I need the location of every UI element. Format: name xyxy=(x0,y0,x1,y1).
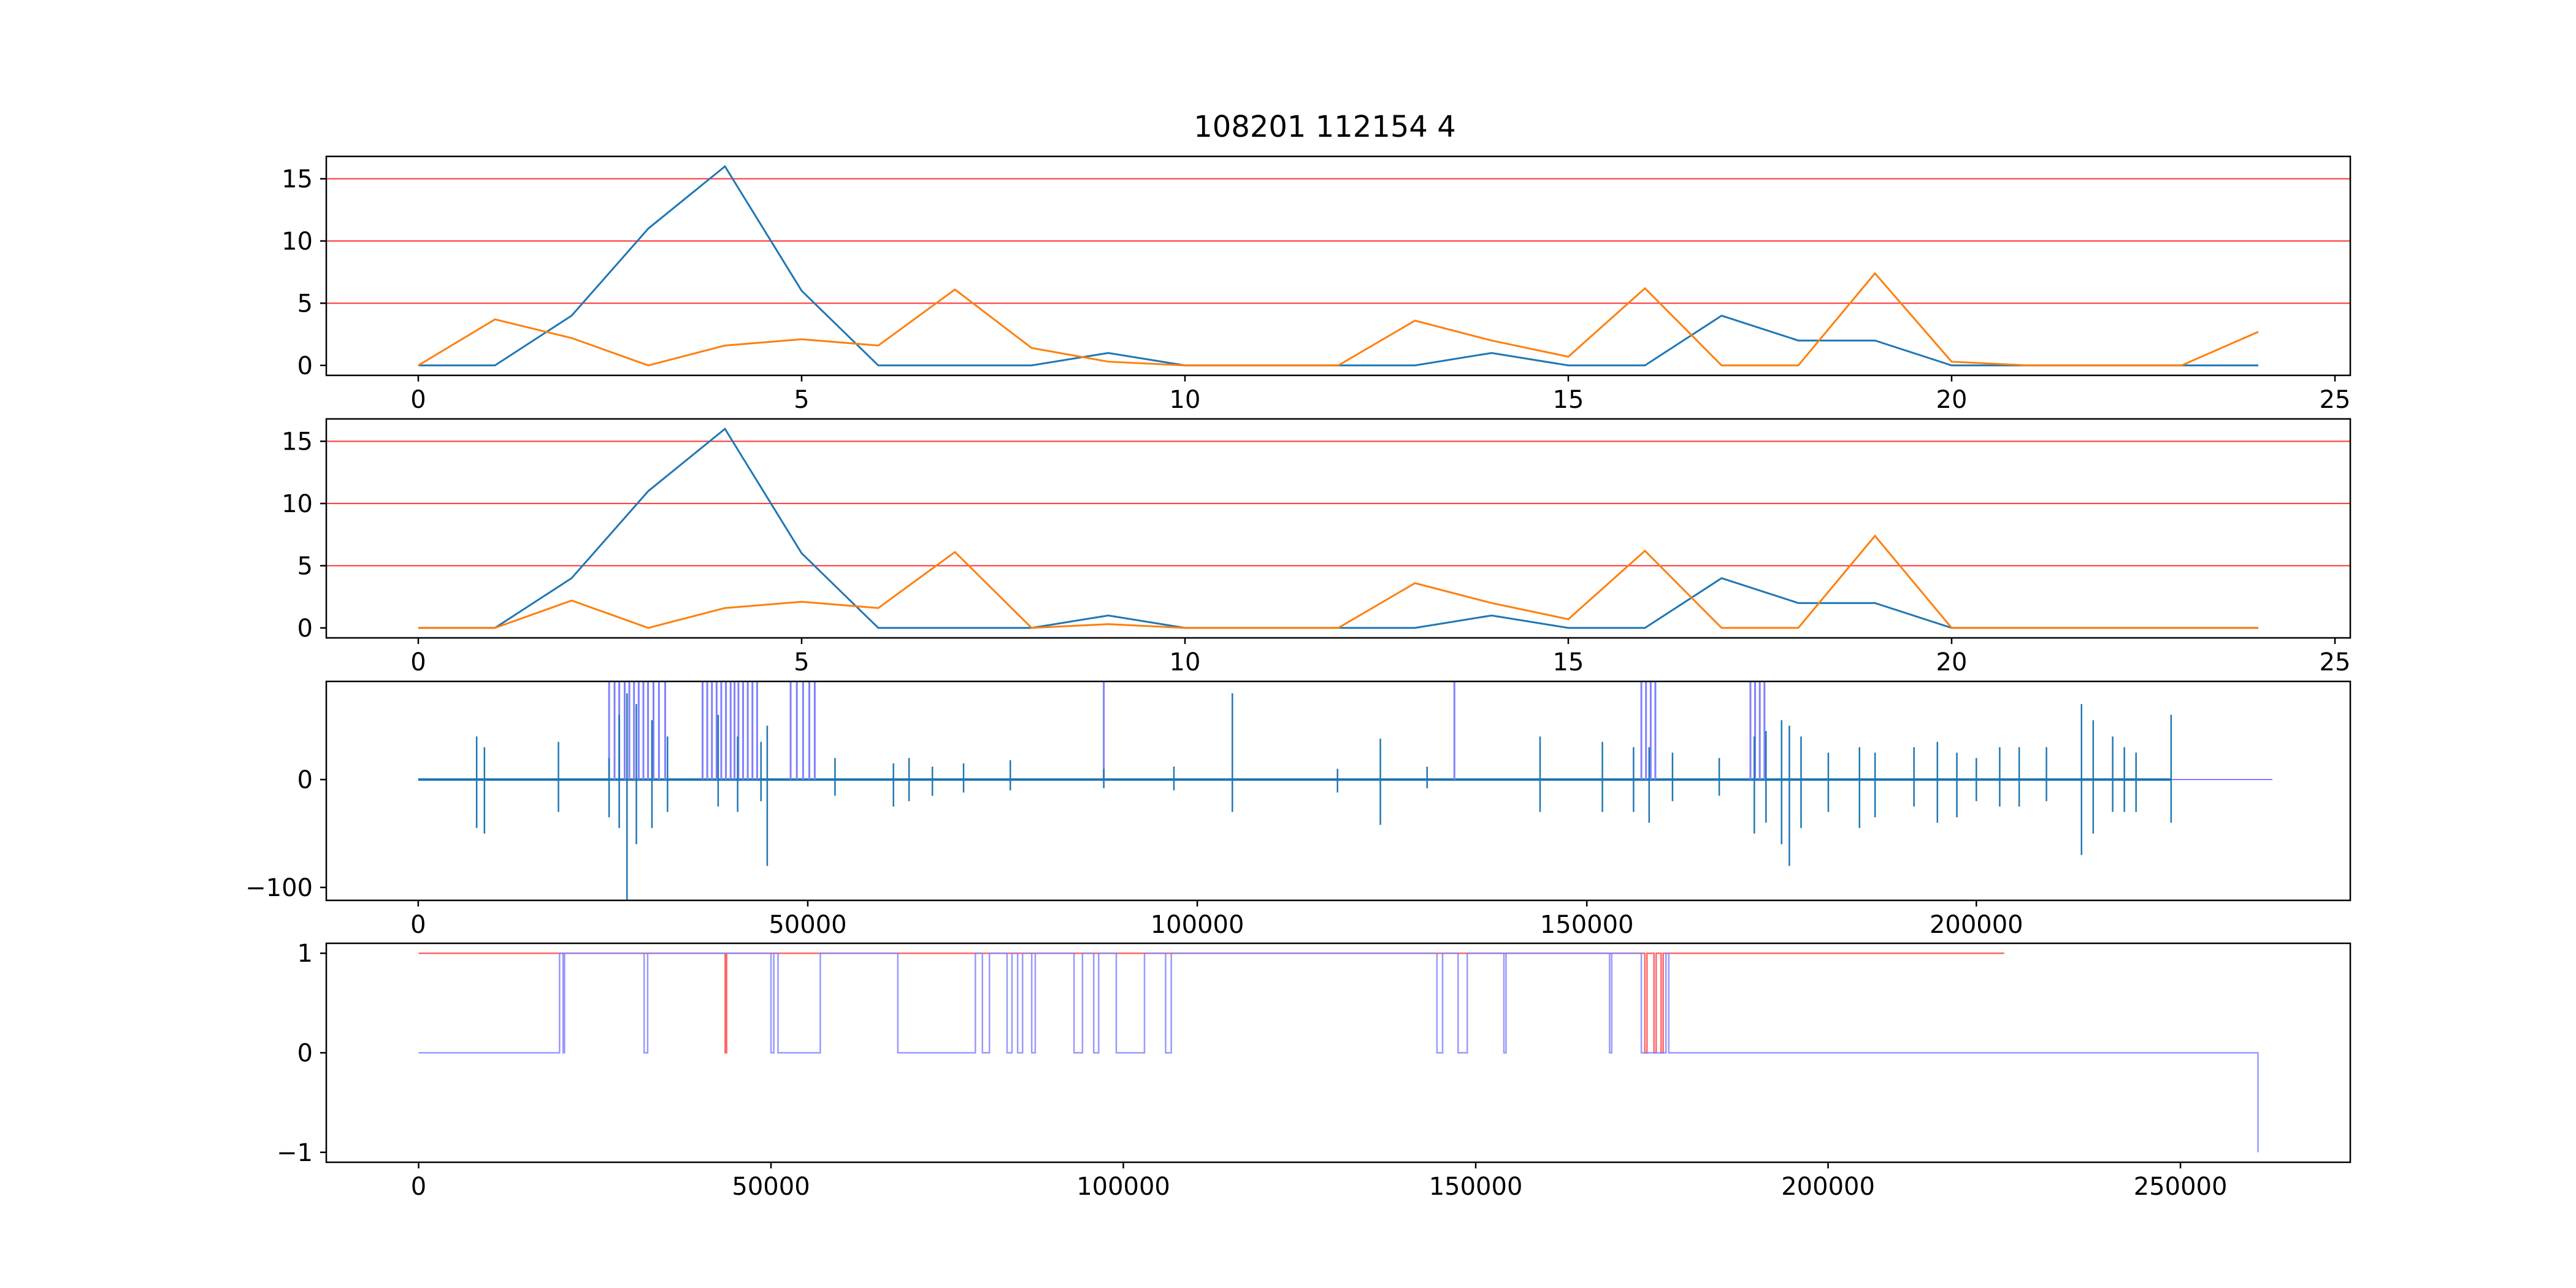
y-tick-label: 0 xyxy=(297,352,313,380)
y-tick-label: 10 xyxy=(282,490,313,518)
x-tick-label: 100000 xyxy=(1151,911,1244,939)
x-tick-label: 50000 xyxy=(769,911,846,939)
x-tick-label: 15 xyxy=(1553,648,1584,677)
x-tick-label: 20 xyxy=(1936,648,1968,677)
chart-title: 108201 112154 4 xyxy=(1194,110,1456,144)
x-tick-label: 0 xyxy=(411,1173,426,1201)
y-tick-label: 0 xyxy=(297,615,313,643)
x-tick-label: 25 xyxy=(2320,386,2351,414)
y-tick-label: 5 xyxy=(297,289,313,318)
y-tick-label: −100 xyxy=(245,874,313,902)
x-tick-label: 150000 xyxy=(1429,1173,1523,1201)
x-tick-label: 5 xyxy=(794,648,809,677)
y-tick-label: −1 xyxy=(277,1139,313,1167)
x-tick-label: 5 xyxy=(794,386,809,414)
y-tick-label: 15 xyxy=(282,166,313,194)
x-tick-label: 200000 xyxy=(1930,911,2023,939)
x-tick-label: 0 xyxy=(410,386,426,414)
x-tick-label: 25 xyxy=(2320,648,2351,677)
y-tick-label: 1 xyxy=(297,940,313,968)
x-tick-label: 150000 xyxy=(1540,911,1634,939)
x-tick-label: 250000 xyxy=(2134,1173,2228,1201)
figure-background xyxy=(0,0,2576,1288)
x-tick-label: 20 xyxy=(1936,386,1968,414)
x-tick-label: 10 xyxy=(1170,648,1201,677)
y-tick-label: 15 xyxy=(282,428,313,456)
x-tick-label: 15 xyxy=(1553,386,1584,414)
x-tick-label: 50000 xyxy=(732,1173,810,1201)
x-tick-label: 10 xyxy=(1170,386,1201,414)
x-tick-label: 200000 xyxy=(1781,1173,1875,1201)
y-tick-label: 0 xyxy=(297,1040,313,1068)
x-tick-label: 0 xyxy=(410,648,426,677)
x-tick-label: 0 xyxy=(410,911,426,939)
x-tick-label: 100000 xyxy=(1076,1173,1170,1201)
y-tick-label: 5 xyxy=(297,552,313,580)
y-tick-label: 10 xyxy=(282,228,313,256)
figure: 108201 112154 4 0 5 10 15 20 25051015 0 5 10 15 2… xyxy=(0,0,2576,1288)
y-tick-label: 0 xyxy=(297,766,313,794)
